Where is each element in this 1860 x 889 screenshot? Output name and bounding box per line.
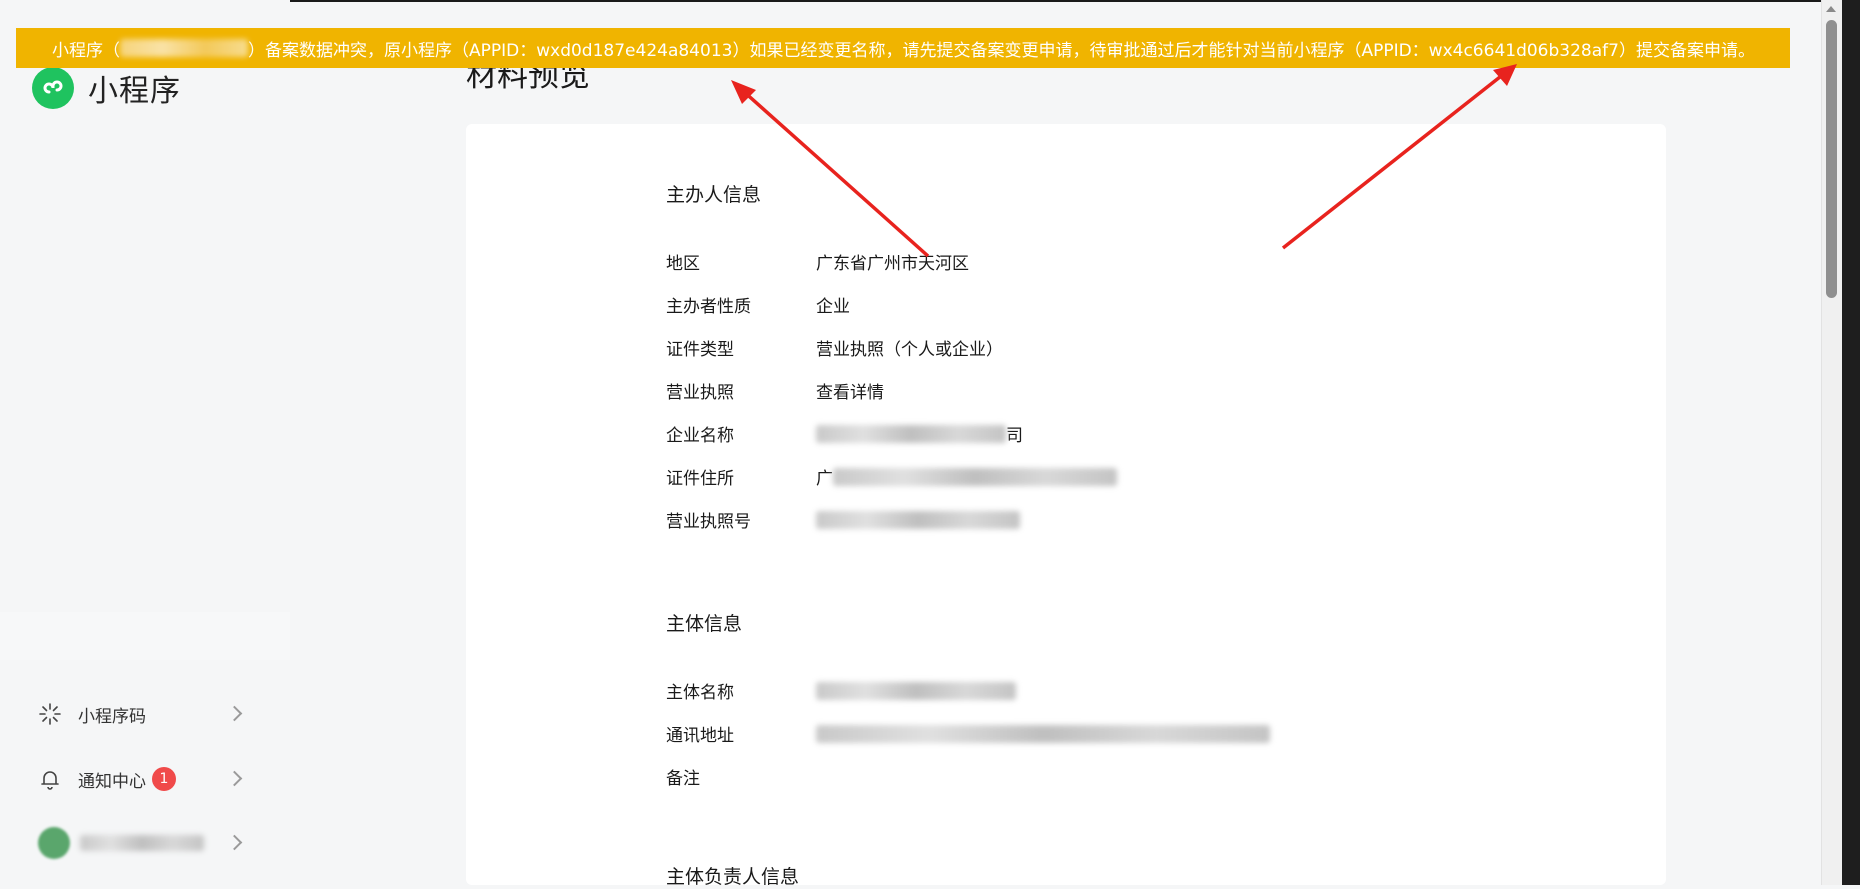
redacted-license-number	[816, 510, 1020, 529]
sidebar-item-label: 通知中心	[78, 771, 146, 792]
field-value: 广东省广州市天河区	[816, 254, 969, 274]
field-value: 广	[816, 469, 833, 489]
banner-text-suffix: ）备案数据冲突，原小程序（APPID：wxd0d187e424a84013）如果…	[248, 40, 1755, 61]
field-label: 主体名称	[666, 683, 734, 703]
mini-program-logo-icon	[32, 67, 74, 109]
chevron-right-icon	[226, 834, 243, 851]
field-label: 证件住所	[666, 469, 734, 489]
conflict-warning-banner: 小程序（ ）备案数据冲突，原小程序（APPID：wxd0d187e424a840…	[16, 28, 1790, 68]
redacted-mini-program-name	[120, 39, 248, 57]
field-label: 主办者性质	[666, 297, 751, 317]
info-row: 企业名称 司	[666, 421, 1023, 446]
field-value: 企业	[816, 297, 850, 317]
avatar	[38, 827, 70, 859]
info-row: 营业执照 查看详情	[666, 378, 884, 403]
info-row: 备注	[666, 764, 816, 789]
redacted-company-name	[816, 424, 1006, 443]
info-row: 营业执照号	[666, 507, 1020, 532]
field-label: 地区	[666, 254, 700, 274]
chevron-right-icon	[226, 770, 243, 787]
app-logo[interactable]: 小程序	[32, 66, 181, 110]
field-label: 营业执照号	[666, 512, 751, 532]
field-label: 营业执照	[666, 383, 734, 403]
sidebar-item-notifications[interactable]: 通知中心 1	[38, 759, 248, 799]
info-row: 证件住所 广	[666, 464, 1117, 489]
arrow-head-icon	[731, 80, 756, 104]
info-row: 证件类型 营业执照（个人或企业）	[666, 335, 1003, 360]
redacted-account-name	[80, 835, 204, 851]
info-row: 主办者性质 企业	[666, 292, 850, 317]
qrcode-icon	[38, 702, 62, 726]
scroll-up-arrow-icon[interactable]	[1826, 6, 1836, 12]
redacted-mailing-address	[816, 724, 1270, 743]
redacted-address	[833, 467, 1117, 486]
app-name: 小程序	[88, 74, 181, 109]
redacted-subject-name	[816, 681, 1016, 700]
info-row: 地区 广东省广州市天河区	[666, 249, 969, 274]
sidebar-item-account[interactable]	[38, 823, 248, 863]
notification-badge: 1	[152, 767, 176, 791]
field-value: 营业执照（个人或企业）	[816, 340, 1003, 360]
section-title-sponsor: 主办人信息	[666, 184, 762, 206]
field-label: 证件类型	[666, 340, 734, 360]
field-label: 企业名称	[666, 426, 734, 446]
window-right-border	[1842, 0, 1860, 885]
bell-icon	[38, 767, 62, 791]
scrollbar-thumb[interactable]	[1826, 20, 1837, 298]
section-title-subject: 主体信息	[666, 613, 743, 635]
sidebar: 小程序 小程序码 通知中心 1	[0, 0, 290, 885]
info-row: 主体名称	[666, 678, 1016, 703]
view-details-link[interactable]: 查看详情	[816, 378, 884, 403]
field-value: 司	[1006, 426, 1023, 446]
sidebar-blank-area	[0, 612, 290, 660]
banner-text-prefix: 小程序（	[52, 40, 120, 61]
materials-preview-card	[466, 124, 1666, 885]
sidebar-item-qrcode[interactable]: 小程序码	[38, 694, 248, 734]
field-label: 备注	[666, 769, 700, 789]
sidebar-item-label: 小程序码	[78, 706, 146, 727]
info-row: 通讯地址	[666, 721, 1270, 746]
chevron-right-icon	[226, 705, 243, 722]
field-label: 通讯地址	[666, 726, 734, 746]
